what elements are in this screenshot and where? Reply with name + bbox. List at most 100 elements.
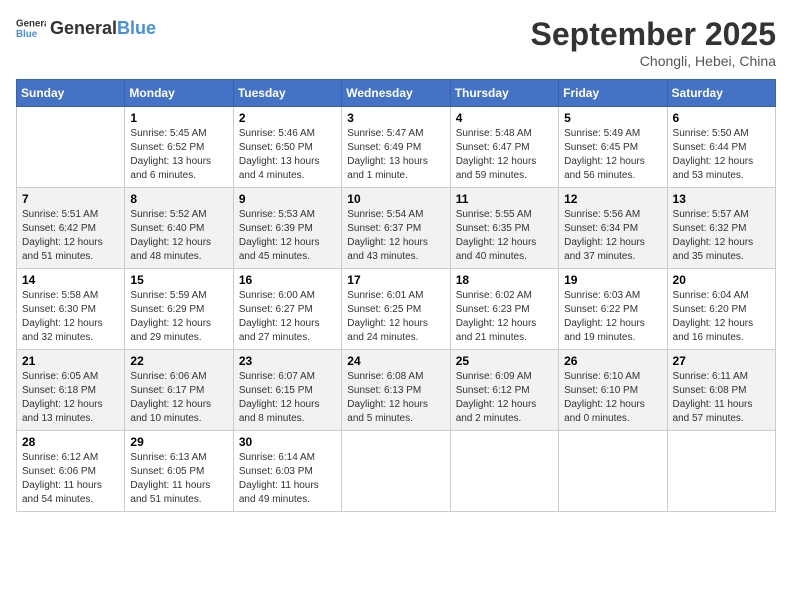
table-row: 28 Sunrise: 6:12 AMSunset: 6:06 PMDaylig… bbox=[17, 431, 125, 512]
header-saturday: Saturday bbox=[667, 80, 775, 107]
day-number: 21 bbox=[22, 354, 119, 368]
table-row: 11 Sunrise: 5:55 AMSunset: 6:35 PMDaylig… bbox=[450, 188, 558, 269]
day-info: Sunrise: 6:07 AMSunset: 6:15 PMDaylight:… bbox=[239, 370, 336, 426]
day-number: 19 bbox=[564, 273, 661, 287]
day-info: Sunrise: 6:00 AMSunset: 6:27 PMDaylight:… bbox=[239, 289, 336, 345]
table-row: 8 Sunrise: 5:52 AMSunset: 6:40 PMDayligh… bbox=[125, 188, 233, 269]
table-row: 10 Sunrise: 5:54 AMSunset: 6:37 PMDaylig… bbox=[342, 188, 450, 269]
day-number: 13 bbox=[673, 192, 770, 206]
day-info: Sunrise: 5:54 AMSunset: 6:37 PMDaylight:… bbox=[347, 208, 444, 264]
day-number: 29 bbox=[130, 435, 227, 449]
table-row: 5 Sunrise: 5:49 AMSunset: 6:45 PMDayligh… bbox=[559, 107, 667, 188]
table-row: 17 Sunrise: 6:01 AMSunset: 6:25 PMDaylig… bbox=[342, 269, 450, 350]
logo-general: General bbox=[50, 18, 117, 38]
day-info: Sunrise: 5:58 AMSunset: 6:30 PMDaylight:… bbox=[22, 289, 119, 345]
day-info: Sunrise: 5:59 AMSunset: 6:29 PMDaylight:… bbox=[130, 289, 227, 345]
day-number: 26 bbox=[564, 354, 661, 368]
calendar-body: 1 Sunrise: 5:45 AMSunset: 6:52 PMDayligh… bbox=[17, 107, 776, 512]
day-number: 12 bbox=[564, 192, 661, 206]
day-number: 25 bbox=[456, 354, 553, 368]
day-info: Sunrise: 6:04 AMSunset: 6:20 PMDaylight:… bbox=[673, 289, 770, 345]
table-row: 13 Sunrise: 5:57 AMSunset: 6:32 PMDaylig… bbox=[667, 188, 775, 269]
month-title: September 2025 bbox=[531, 16, 776, 53]
location-title: Chongli, Hebei, China bbox=[531, 53, 776, 69]
header-tuesday: Tuesday bbox=[233, 80, 341, 107]
header-monday: Monday bbox=[125, 80, 233, 107]
table-row: 30 Sunrise: 6:14 AMSunset: 6:03 PMDaylig… bbox=[233, 431, 341, 512]
day-number: 7 bbox=[22, 192, 119, 206]
day-number: 28 bbox=[22, 435, 119, 449]
table-row bbox=[667, 431, 775, 512]
table-row: 25 Sunrise: 6:09 AMSunset: 6:12 PMDaylig… bbox=[450, 350, 558, 431]
table-row bbox=[342, 431, 450, 512]
table-row bbox=[559, 431, 667, 512]
table-row: 2 Sunrise: 5:46 AMSunset: 6:50 PMDayligh… bbox=[233, 107, 341, 188]
day-info: Sunrise: 6:06 AMSunset: 6:17 PMDaylight:… bbox=[130, 370, 227, 426]
day-number: 14 bbox=[22, 273, 119, 287]
table-row: 15 Sunrise: 5:59 AMSunset: 6:29 PMDaylig… bbox=[125, 269, 233, 350]
day-number: 15 bbox=[130, 273, 227, 287]
day-number: 6 bbox=[673, 111, 770, 125]
day-info: Sunrise: 6:14 AMSunset: 6:03 PMDaylight:… bbox=[239, 451, 336, 507]
day-info: Sunrise: 5:51 AMSunset: 6:42 PMDaylight:… bbox=[22, 208, 119, 264]
table-row: 3 Sunrise: 5:47 AMSunset: 6:49 PMDayligh… bbox=[342, 107, 450, 188]
day-info: Sunrise: 5:47 AMSunset: 6:49 PMDaylight:… bbox=[347, 127, 444, 183]
header-wednesday: Wednesday bbox=[342, 80, 450, 107]
table-row bbox=[450, 431, 558, 512]
table-row: 29 Sunrise: 6:13 AMSunset: 6:05 PMDaylig… bbox=[125, 431, 233, 512]
day-number: 20 bbox=[673, 273, 770, 287]
table-row: 21 Sunrise: 6:05 AMSunset: 6:18 PMDaylig… bbox=[17, 350, 125, 431]
day-number: 30 bbox=[239, 435, 336, 449]
day-info: Sunrise: 6:10 AMSunset: 6:10 PMDaylight:… bbox=[564, 370, 661, 426]
day-info: Sunrise: 5:52 AMSunset: 6:40 PMDaylight:… bbox=[130, 208, 227, 264]
day-info: Sunrise: 5:45 AMSunset: 6:52 PMDaylight:… bbox=[130, 127, 227, 183]
header-friday: Friday bbox=[559, 80, 667, 107]
day-info: Sunrise: 5:49 AMSunset: 6:45 PMDaylight:… bbox=[564, 127, 661, 183]
day-number: 10 bbox=[347, 192, 444, 206]
day-info: Sunrise: 5:50 AMSunset: 6:44 PMDaylight:… bbox=[673, 127, 770, 183]
day-number: 23 bbox=[239, 354, 336, 368]
day-number: 22 bbox=[130, 354, 227, 368]
day-number: 17 bbox=[347, 273, 444, 287]
day-info: Sunrise: 6:03 AMSunset: 6:22 PMDaylight:… bbox=[564, 289, 661, 345]
day-info: Sunrise: 5:48 AMSunset: 6:47 PMDaylight:… bbox=[456, 127, 553, 183]
day-info: Sunrise: 6:08 AMSunset: 6:13 PMDaylight:… bbox=[347, 370, 444, 426]
day-info: Sunrise: 6:12 AMSunset: 6:06 PMDaylight:… bbox=[22, 451, 119, 507]
calendar-table: Sunday Monday Tuesday Wednesday Thursday… bbox=[16, 79, 776, 512]
table-row: 14 Sunrise: 5:58 AMSunset: 6:30 PMDaylig… bbox=[17, 269, 125, 350]
day-info: Sunrise: 6:11 AMSunset: 6:08 PMDaylight:… bbox=[673, 370, 770, 426]
day-number: 11 bbox=[456, 192, 553, 206]
logo-icon: General Blue bbox=[16, 16, 46, 40]
day-info: Sunrise: 6:01 AMSunset: 6:25 PMDaylight:… bbox=[347, 289, 444, 345]
title-block: September 2025 Chongli, Hebei, China bbox=[531, 16, 776, 69]
table-row: 16 Sunrise: 6:00 AMSunset: 6:27 PMDaylig… bbox=[233, 269, 341, 350]
page-header: General Blue GeneralBlue September 2025 … bbox=[16, 16, 776, 69]
day-number: 16 bbox=[239, 273, 336, 287]
table-row: 23 Sunrise: 6:07 AMSunset: 6:15 PMDaylig… bbox=[233, 350, 341, 431]
day-info: Sunrise: 6:05 AMSunset: 6:18 PMDaylight:… bbox=[22, 370, 119, 426]
logo: General Blue GeneralBlue bbox=[16, 16, 156, 40]
day-number: 4 bbox=[456, 111, 553, 125]
table-row: 1 Sunrise: 5:45 AMSunset: 6:52 PMDayligh… bbox=[125, 107, 233, 188]
table-row: 7 Sunrise: 5:51 AMSunset: 6:42 PMDayligh… bbox=[17, 188, 125, 269]
table-row: 18 Sunrise: 6:02 AMSunset: 6:23 PMDaylig… bbox=[450, 269, 558, 350]
day-info: Sunrise: 5:56 AMSunset: 6:34 PMDaylight:… bbox=[564, 208, 661, 264]
day-number: 5 bbox=[564, 111, 661, 125]
table-row: 12 Sunrise: 5:56 AMSunset: 6:34 PMDaylig… bbox=[559, 188, 667, 269]
table-row: 26 Sunrise: 6:10 AMSunset: 6:10 PMDaylig… bbox=[559, 350, 667, 431]
day-number: 9 bbox=[239, 192, 336, 206]
table-row: 22 Sunrise: 6:06 AMSunset: 6:17 PMDaylig… bbox=[125, 350, 233, 431]
day-number: 1 bbox=[130, 111, 227, 125]
day-number: 8 bbox=[130, 192, 227, 206]
table-row: 24 Sunrise: 6:08 AMSunset: 6:13 PMDaylig… bbox=[342, 350, 450, 431]
calendar-header: Sunday Monday Tuesday Wednesday Thursday… bbox=[17, 80, 776, 107]
logo-blue: Blue bbox=[117, 18, 156, 38]
table-row bbox=[17, 107, 125, 188]
day-number: 2 bbox=[239, 111, 336, 125]
day-info: Sunrise: 6:13 AMSunset: 6:05 PMDaylight:… bbox=[130, 451, 227, 507]
table-row: 6 Sunrise: 5:50 AMSunset: 6:44 PMDayligh… bbox=[667, 107, 775, 188]
header-thursday: Thursday bbox=[450, 80, 558, 107]
table-row: 20 Sunrise: 6:04 AMSunset: 6:20 PMDaylig… bbox=[667, 269, 775, 350]
table-row: 27 Sunrise: 6:11 AMSunset: 6:08 PMDaylig… bbox=[667, 350, 775, 431]
day-info: Sunrise: 6:02 AMSunset: 6:23 PMDaylight:… bbox=[456, 289, 553, 345]
